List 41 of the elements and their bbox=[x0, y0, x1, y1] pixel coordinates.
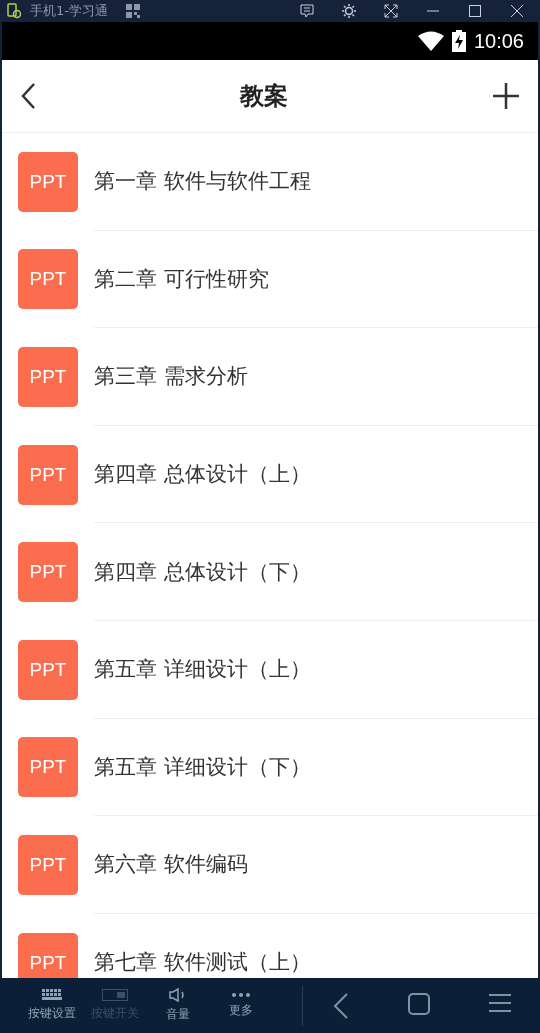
ppt-badge: PPT bbox=[18, 542, 78, 603]
window-title: 手机1-学习通 bbox=[30, 2, 108, 20]
ppt-badge: PPT bbox=[18, 639, 78, 700]
ppt-badge: PPT bbox=[18, 932, 78, 978]
toolbar-button[interactable]: 按键设置 bbox=[20, 989, 83, 1022]
maximize-icon[interactable] bbox=[468, 4, 482, 18]
ppt-badge: PPT bbox=[18, 347, 78, 407]
menu-icon[interactable] bbox=[488, 992, 511, 1013]
battery-charging-icon bbox=[451, 30, 466, 52]
app-logo-icon bbox=[6, 3, 22, 19]
lesson-title[interactable]: 第四章 总体设计（下） bbox=[94, 523, 538, 621]
lesson-title[interactable]: 第六章 软件编码 bbox=[94, 816, 538, 914]
add-button[interactable] bbox=[492, 82, 520, 110]
lesson-title[interactable]: 第五章 详细设计（下） bbox=[94, 718, 538, 817]
qr-code-icon[interactable] bbox=[125, 4, 140, 18]
home-icon[interactable] bbox=[407, 992, 430, 1015]
lesson-title[interactable]: 第四章 总体设计（上） bbox=[94, 425, 538, 524]
wifi-icon bbox=[417, 31, 444, 51]
clock-time: 10:06 bbox=[473, 29, 524, 53]
toolbar-button[interactable]: 更多 bbox=[209, 992, 272, 1019]
ppt-badge: PPT bbox=[18, 737, 78, 798]
ppt-badge: PPT bbox=[18, 444, 78, 505]
back-icon[interactable] bbox=[332, 992, 349, 1019]
lesson-title[interactable]: 第五章 详细设计（上） bbox=[94, 620, 538, 719]
back-button[interactable] bbox=[20, 82, 36, 110]
keyboard-icon bbox=[41, 989, 62, 1001]
toolbar-button[interactable]: 音量 bbox=[146, 988, 209, 1023]
lesson-title[interactable]: 第三章 需求分析 bbox=[94, 328, 538, 426]
close-icon[interactable] bbox=[510, 4, 524, 18]
speaker-icon bbox=[168, 988, 187, 1002]
lesson-title[interactable]: 第一章 软件与软件工程 bbox=[94, 133, 538, 231]
fullscreen-icon[interactable] bbox=[384, 4, 398, 18]
message-icon[interactable] bbox=[300, 4, 314, 18]
ppt-badge: PPT bbox=[18, 834, 78, 895]
settings-icon[interactable] bbox=[342, 4, 356, 18]
more-icon bbox=[230, 992, 251, 998]
lesson-title[interactable]: 第二章 可行性研究 bbox=[94, 230, 538, 329]
toggle-icon bbox=[101, 989, 128, 1001]
page-title: 教案 bbox=[240, 81, 288, 112]
ppt-badge: PPT bbox=[18, 249, 78, 310]
ppt-badge: PPT bbox=[18, 151, 78, 212]
